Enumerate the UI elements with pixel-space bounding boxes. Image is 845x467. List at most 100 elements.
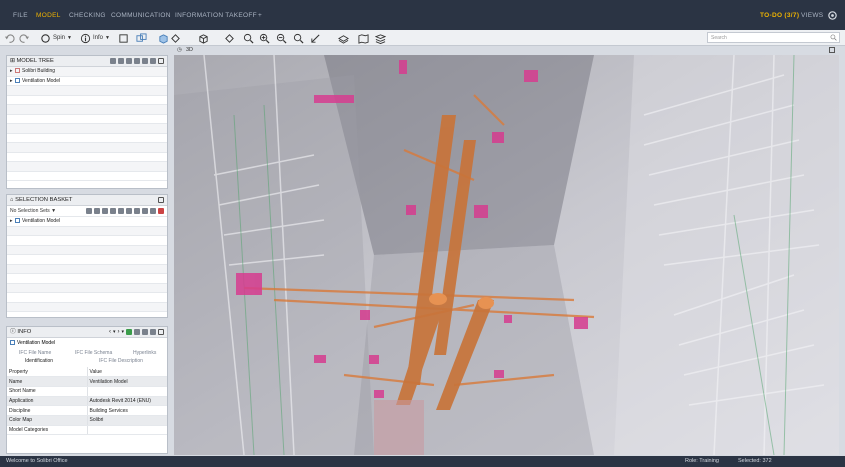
hide-tool-icon[interactable] (170, 32, 181, 44)
empty-row (7, 105, 167, 115)
menu-checking[interactable]: CHECKING (69, 12, 106, 19)
3d-viewport[interactable] (174, 55, 839, 455)
basket-item-ventilation-model[interactable]: ▸ Ventilation Model (7, 217, 167, 227)
maximize-icon[interactable] (158, 329, 164, 335)
add-tab-button[interactable]: + (258, 12, 262, 19)
table-row[interactable]: Model Categories (7, 425, 167, 436)
tree-tool-icon[interactable] (126, 58, 132, 64)
info-header: ⓘ INFO ‹ ▾ › ▾ (7, 327, 167, 338)
todo-button[interactable]: TO-DO (3/7) (760, 12, 799, 19)
menu-model[interactable]: MODEL (36, 12, 61, 19)
undo-icon[interactable] (4, 32, 15, 44)
zoom-in-icon[interactable] (259, 32, 270, 44)
tab-ifc-file-schema[interactable]: IFC File Schema (75, 350, 112, 356)
maximize-icon[interactable] (158, 58, 164, 64)
forward-icon[interactable]: › (117, 329, 119, 335)
views-button[interactable]: VIEWS (801, 12, 823, 19)
zoom-out-icon[interactable] (276, 32, 287, 44)
stack-tool-icon[interactable] (375, 32, 386, 44)
tab-ifc-file-description[interactable]: IFC File Description (99, 358, 143, 364)
property-value (87, 425, 167, 436)
info-tool-icon[interactable] (126, 329, 132, 335)
menu-information-takeoff[interactable]: INFORMATION TAKEOFF (175, 12, 257, 19)
tree-item-solibri-building[interactable]: ▸ Solibri Building (7, 67, 167, 77)
tree-item-label: Ventilation Model (22, 77, 61, 84)
search-icon (830, 34, 837, 41)
info-object-name: Ventilation Model (17, 340, 56, 346)
empty-row (7, 124, 167, 134)
group-tool-icon[interactable] (136, 32, 147, 44)
selection-basket-header: ⌂ SELECTION BASKET (7, 195, 167, 206)
info-button[interactable]: Info ▼ (80, 32, 110, 44)
info-title: INFO (17, 329, 32, 335)
table-row[interactable]: Discipline Building Services (7, 405, 167, 416)
basket-tool-icon[interactable] (134, 208, 140, 214)
section-box-icon[interactable] (224, 32, 235, 44)
basket-tool-icon[interactable] (86, 208, 92, 214)
view-3d-icon: ◷ (177, 47, 182, 53)
selection-sets-dropdown[interactable]: No Selection Sets ▼ (10, 208, 56, 214)
measure-tool-icon[interactable] (310, 32, 321, 44)
tree-tool-icon[interactable] (134, 58, 140, 64)
selection-sets-row: No Selection Sets ▼ (7, 206, 167, 217)
table-row[interactable]: Application Autodesk Revit 2014 (ENU) (7, 396, 167, 407)
search-input[interactable]: Search (707, 32, 840, 43)
tree-tool-icon[interactable] (110, 58, 116, 64)
menu-communication[interactable]: COMMUNICATION (111, 12, 171, 19)
maximize-icon[interactable] (158, 197, 164, 203)
3d-model-render[interactable] (174, 55, 839, 455)
tab-hyperlinks[interactable]: Hyperlinks (133, 350, 156, 356)
info-icon (80, 33, 91, 43)
cube-view-icon[interactable] (198, 32, 209, 44)
status-role: Role: Training (685, 458, 719, 464)
basket-item-label: Ventilation Model (22, 218, 61, 224)
info-tool-icon[interactable] (150, 329, 156, 335)
basket-tool-icon[interactable] (126, 208, 132, 214)
menu-file[interactable]: FILE (13, 12, 28, 19)
column-header-value: Value (87, 367, 167, 378)
info-tool-icon[interactable] (142, 329, 148, 335)
empty-row (7, 236, 167, 246)
basket-tool-icon[interactable] (118, 208, 124, 214)
model-tree-panel: ⊞ MODEL TREE ▸ Solibri Building ▸ Ventilat… (6, 55, 168, 189)
model-icon (15, 77, 20, 83)
settings-icon[interactable] (827, 10, 838, 21)
info-panel: ⓘ INFO ‹ ▾ › ▾ Ventilation Model IFC Fil… (6, 326, 168, 454)
map-tool-icon[interactable] (358, 32, 369, 44)
tab-ifc-file-name[interactable]: IFC File Name (19, 350, 51, 356)
empty-row (7, 274, 167, 284)
tab-identification[interactable]: Identification (25, 358, 53, 364)
tree-item-ventilation-model[interactable]: ▸ Ventilation Model (7, 77, 167, 86)
layers-tool-icon[interactable] (338, 32, 349, 44)
select-tool-icon[interactable] (118, 32, 129, 44)
basket-tool-icon[interactable] (142, 208, 148, 214)
tree-tool-icon[interactable] (118, 58, 124, 64)
tree-tool-icon[interactable] (150, 58, 156, 64)
property-name: Short Name (7, 386, 88, 397)
basket-tool-icon[interactable] (94, 208, 100, 214)
table-row[interactable]: Short Name (7, 386, 167, 397)
back-icon[interactable]: ‹ (109, 329, 111, 335)
info-tool-icon[interactable] (134, 329, 140, 335)
basket-header-tools (158, 197, 164, 203)
zoom-fit-icon[interactable] (243, 32, 254, 44)
basket-tool-icon[interactable] (110, 208, 116, 214)
model-icon (15, 218, 20, 223)
tree-tool-icon[interactable] (142, 58, 148, 64)
spin-button[interactable]: Spin ▼ (40, 32, 72, 44)
property-name: Name (7, 376, 88, 387)
chevron-down-icon: ▼ (67, 35, 72, 41)
clear-basket-icon[interactable] (158, 208, 164, 214)
box-select-icon[interactable] (158, 32, 169, 44)
maximize-icon[interactable] (829, 47, 835, 53)
property-name: Model Categories (7, 425, 88, 436)
chevron-down-icon[interactable]: ▾ (113, 329, 116, 335)
chevron-down-icon[interactable]: ▾ (121, 329, 124, 335)
table-row[interactable]: Name Ventilation Model (7, 376, 167, 387)
basket-tool-icon[interactable] (150, 208, 156, 214)
zoom-window-icon[interactable] (293, 32, 304, 44)
status-selected: Selected: 372 (738, 458, 772, 464)
basket-tool-icon[interactable] (102, 208, 108, 214)
table-row[interactable]: Color Map Solibri (7, 415, 167, 426)
redo-icon[interactable] (19, 32, 30, 44)
